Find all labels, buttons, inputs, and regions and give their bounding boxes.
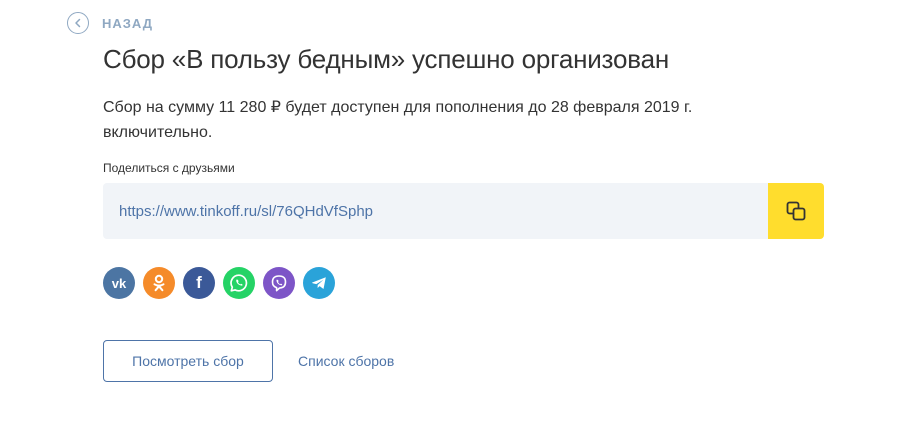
facebook-share-button[interactable]: f [183, 267, 215, 299]
vk-icon: vk [111, 275, 127, 291]
back-label[interactable]: НАЗАД [102, 16, 153, 31]
page-title: Сбор «В пользу бедным» успешно организов… [103, 44, 669, 74]
odnoklassniki-icon [153, 274, 165, 292]
view-collection-button[interactable]: Посмотреть сбор [103, 340, 273, 382]
whatsapp-share-button[interactable] [223, 267, 255, 299]
whatsapp-icon [230, 274, 248, 292]
telegram-share-button[interactable] [303, 267, 335, 299]
share-label: Поделиться с друзьями [103, 161, 235, 175]
back-link[interactable]: НАЗАД [67, 12, 153, 34]
collections-list-link[interactable]: Список сборов [298, 353, 394, 369]
copy-link-button[interactable] [768, 183, 824, 239]
copy-icon [786, 201, 806, 221]
telegram-icon [312, 277, 326, 289]
share-link-text[interactable]: https://www.tinkoff.ru/sl/76QHdVfSphp [119, 203, 373, 220]
facebook-icon: f [196, 273, 202, 292]
viber-share-button[interactable] [263, 267, 295, 299]
collection-description: Сбор на сумму 11 280 ₽ будет доступен дл… [103, 99, 693, 141]
social-share-buttons: vk f [103, 267, 343, 299]
chevron-left-icon[interactable] [67, 12, 89, 34]
vk-share-button[interactable]: vk [103, 267, 135, 299]
share-link-field[interactable]: https://www.tinkoff.ru/sl/76QHdVfSphp [103, 183, 768, 239]
odnoklassniki-share-button[interactable] [143, 267, 175, 299]
viber-icon [271, 275, 287, 292]
